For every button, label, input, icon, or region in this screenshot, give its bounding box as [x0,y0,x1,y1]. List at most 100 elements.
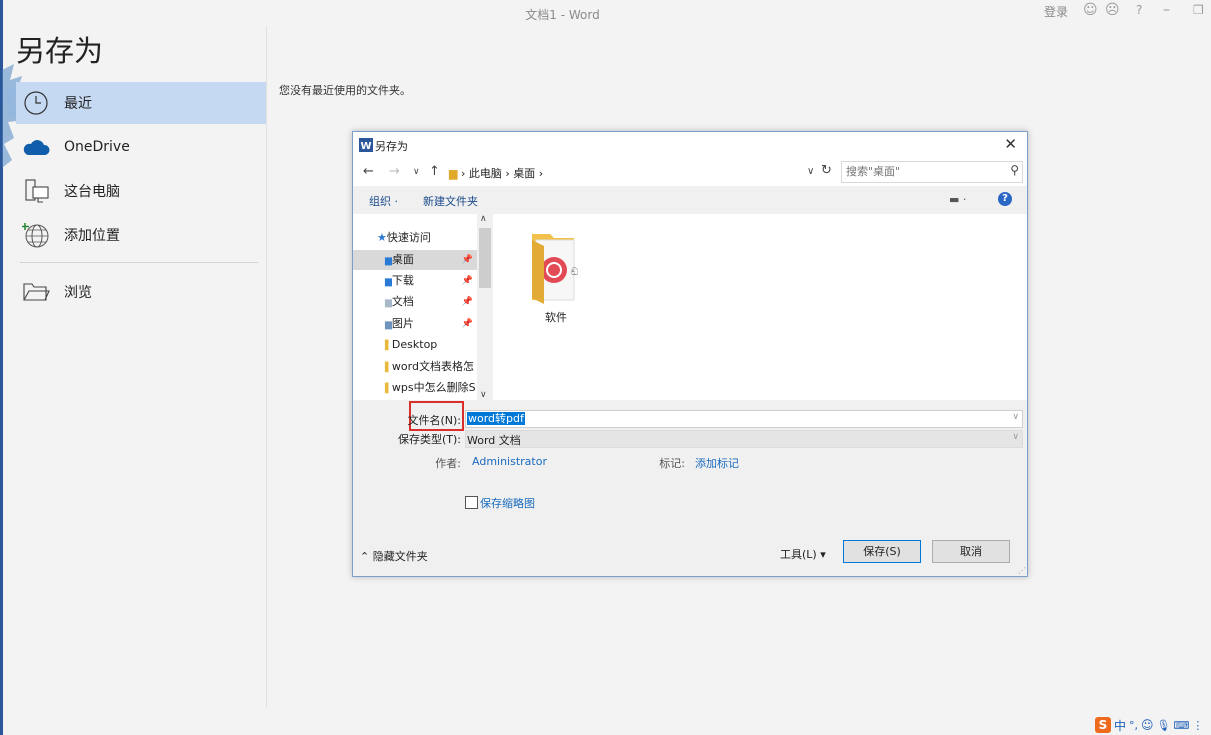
restore-icon[interactable]: ❐ [1193,2,1204,18]
nav-item-recent[interactable]: 最近 [16,82,266,124]
cloud-icon [22,133,50,161]
folder-icon: ▌ [385,341,392,351]
filetype-dropdown-icon[interactable]: ∨ [1012,432,1019,442]
filetype-label: 保存类型(T): [397,433,461,446]
organize-menu[interactable]: 组织 · [369,193,398,209]
filetype-select[interactable]: Word 文档 ∨ [465,430,1023,448]
word-icon: W [359,138,373,152]
resize-grip-icon[interactable]: ⋰ [1018,566,1026,575]
new-folder-button[interactable]: 新建文件夹 [423,193,478,209]
folder-icon: ▆ [449,167,458,180]
tree-item-word-folder[interactable]: ▌word文档表格怎 [353,357,477,377]
scroll-up-icon[interactable]: ∧ [480,214,487,224]
tree-item-pictures[interactable]: ▆图片 📌 [353,314,477,334]
help-icon[interactable]: ? [1136,2,1142,18]
address-dropdown-icon[interactable]: ∨ [807,166,814,177]
more-tray-icon[interactable]: ⋮ [1192,719,1203,732]
tree-item-downloads[interactable]: ▆下载 📌 [353,271,477,291]
tree-item-label: Desktop [391,338,438,351]
tree-item-label: 桌面 [391,253,414,266]
pictures-folder-icon: ▆ [385,320,392,330]
smile-feedback-icon[interactable]: ☺ [1083,2,1098,18]
login-link[interactable]: 登录 [1044,3,1068,20]
back-arrow-icon[interactable]: ← [363,164,374,179]
search-icon[interactable]: ⚲ [1010,163,1019,177]
search-input[interactable] [846,165,996,178]
nav-item-browse[interactable]: 浏览 [16,271,266,313]
cancel-button[interactable]: 取消 [932,540,1010,563]
save-location-nav: 最近 OneDrive 这台电脑 添加位置 浏览 [16,82,266,315]
add-tags-link[interactable]: 添加标记 [695,455,739,471]
save-thumbnail-label[interactable]: 保存缩略图 [480,495,535,511]
filename-field[interactable]: word转pdf ∨ [465,410,1023,428]
software-folder-icon: ඞ [532,234,579,304]
folder-icon: ▆ [385,256,392,266]
save-thumbnail-checkbox[interactable] [465,496,478,509]
nav-item-add-place[interactable]: 添加位置 [16,214,266,256]
nav-divider [20,262,258,263]
filetype-value: Word 文档 [467,434,521,447]
dropdown-arrow-icon: ▾ [820,548,826,561]
scrollbar-thumb[interactable] [479,228,491,288]
tree-item-label: 快速访问 [386,231,431,244]
pin-icon[interactable]: 📌 [462,271,473,291]
author-value[interactable]: Administrator [472,455,547,468]
folder-item[interactable]: ඞ 软件 [523,228,589,325]
title-bar: 文档1 - Word 登录 ☺ ☹ ? – ❐ [0,0,1211,26]
nav-item-onedrive[interactable]: OneDrive [16,126,266,168]
address-bar-row: ← → ∨ ↑ ▆ › 此电脑 › 桌面 › ∨ ↻ ⚲ [353,158,1027,186]
punctuation-mode-icon[interactable]: °, [1129,719,1138,732]
sogou-ime-icon[interactable]: S [1095,717,1111,733]
tree-item-label: 文档 [391,295,414,308]
documents-folder-icon: ▆ [385,298,392,308]
tree-item-quick-access[interactable]: ★快速访问 [353,228,477,248]
emoji-icon[interactable]: ☺ [1141,718,1154,732]
filename-input-value[interactable]: word转pdf [467,412,525,425]
recent-locations-chevron-icon[interactable]: ∨ [413,167,420,177]
pin-icon[interactable]: 📌 [462,250,473,270]
globe-add-icon [22,221,50,249]
help-icon[interactable]: ? [998,192,1012,206]
hide-folders-toggle[interactable]: ⌃ 隐藏文件夹 [360,548,428,564]
tree-item-documents[interactable]: ▆文档 📌 [353,292,477,312]
tree-item-label: wps中怎么删除S [391,381,476,394]
tree-item-wps-folder[interactable]: ▌wps中怎么删除S [353,378,477,398]
filename-dropdown-icon[interactable]: ∨ [1012,412,1019,422]
frown-feedback-icon[interactable]: ☹ [1105,2,1120,18]
nav-item-label: 添加位置 [64,228,120,244]
window-title: 文档1 - Word [525,8,600,22]
tools-menu[interactable]: 工具(L) ▾ [780,546,826,562]
folder-open-icon [22,278,50,306]
keyboard-icon[interactable]: ⌨ [1174,719,1190,732]
refresh-icon[interactable]: ↻ [821,163,832,178]
no-recent-folders-message: 您没有最近使用的文件夹。 [279,84,411,97]
dialog-toolbar: 组织 · 新建文件夹 ▬ · ? [353,186,1027,214]
view-options-icon[interactable]: ▬ · [949,193,966,206]
nav-item-label: 浏览 [64,285,92,301]
author-label: 作者: [435,457,461,470]
pin-icon[interactable]: 📌 [462,314,473,334]
nav-item-this-pc[interactable]: 这台电脑 [16,170,266,212]
scroll-down-icon[interactable]: ∨ [480,390,487,400]
folder-tree: ★快速访问 ▆桌面 📌 ▆下载 📌 ▆文档 📌 ▆图片 📌 ▌Desktop ▌… [353,214,493,400]
microphone-icon[interactable]: 🎙 [1157,719,1171,732]
dialog-title: 另存为 [375,140,408,153]
close-icon[interactable]: ✕ [1004,135,1017,153]
ime-lang-indicator[interactable]: 中 [1114,717,1126,734]
up-arrow-icon[interactable]: ↑ [429,164,440,179]
pin-icon[interactable]: 📌 [462,292,473,312]
save-button[interactable]: 保存(S) [843,540,921,563]
system-tray: S 中 °, ☺ 🎙 ⌨ ⋮ [1095,715,1211,735]
breadcrumb-desktop[interactable]: 桌面 [513,167,535,180]
tree-item-label: 图片 [391,317,414,330]
page-title: 另存为 [16,34,104,68]
tree-item-desktop[interactable]: ▆桌面 📌 [353,250,477,270]
minimize-icon[interactable]: – [1163,2,1170,18]
breadcrumb-this-pc[interactable]: 此电脑 [469,167,502,180]
filename-label: 文件名(N): [407,414,461,427]
save-as-dialog: W 另存为 ✕ ← → ∨ ↑ ▆ › 此电脑 › 桌面 › ∨ ↻ ⚲ 组织 … [352,131,1028,577]
clock-icon [22,89,50,117]
forward-arrow-icon[interactable]: → [389,164,400,179]
folder-tree-scrollbar[interactable]: ∧ ∨ [477,214,493,400]
tree-item-desktop-en[interactable]: ▌Desktop [353,335,477,355]
